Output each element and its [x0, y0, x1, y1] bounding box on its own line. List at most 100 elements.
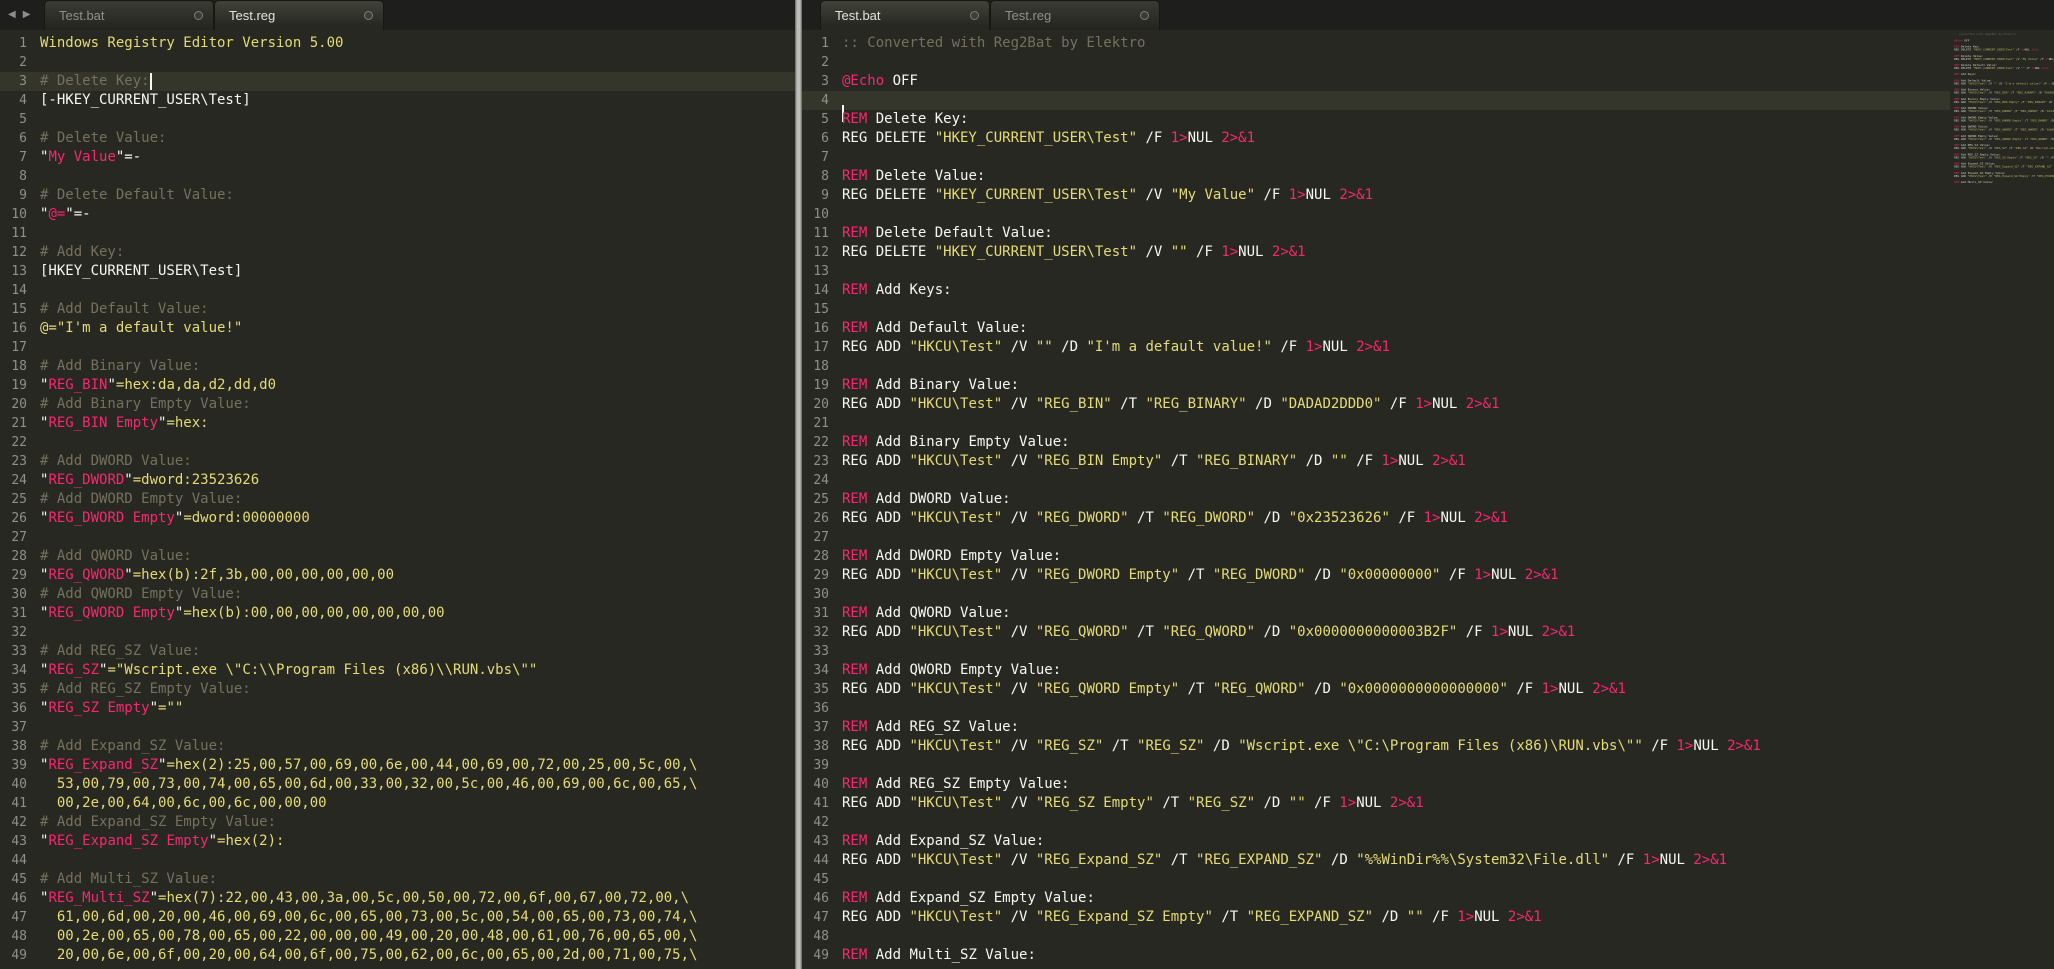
code-line-13[interactable]: 13 [HKEY_CURRENT_USER\Test] [0, 262, 795, 281]
right-editor-content[interactable]: 1:: Converted with Reg2Bat by Elektro 2 3 @… [802, 30, 2054, 969]
code-line-15[interactable]: 15 [802, 300, 1950, 319]
code-line-23[interactable]: 23 # Add DWORD Value: [0, 452, 795, 471]
code-line-14[interactable]: 14 [0, 281, 795, 300]
code-line-20[interactable]: 20 # Add Binary Empty Value: [0, 395, 795, 414]
code-line-5[interactable]: 5 [0, 110, 795, 129]
code-line-49[interactable]: 49 REM Add Multi_SZ Value: [802, 946, 1950, 965]
code-line-10[interactable]: 10 "@="=- [0, 205, 795, 224]
code-line-37[interactable]: 37 [0, 718, 795, 737]
code-line-10[interactable]: 10 [802, 205, 1950, 224]
code-line-12[interactable]: 12 REG DELETE "HKEY_CURRENT_USER\Test" /V… [802, 243, 1950, 262]
code-line-34[interactable]: 34 "REG_SZ"="Wscript.exe \"C:\\Program Fi… [0, 661, 795, 680]
code-line-45[interactable]: 45 [802, 870, 1950, 889]
left-editor-content[interactable]: 1 Windows Registry Editor Version 5.00 2 3 #… [0, 30, 795, 969]
code-line-26[interactable]: 26 REG ADD "HKCU\Test" /V "REG_DWORD" /T … [802, 509, 1950, 528]
tab-close-icon[interactable] [970, 11, 979, 20]
tab-close-icon[interactable] [364, 11, 373, 20]
code-line-31[interactable]: 31 REM Add QWORD Value: [802, 604, 1950, 623]
code-line-39[interactable]: 39 [802, 756, 1950, 775]
tab-test-reg[interactable]: Test.reg [990, 0, 1160, 30]
tab-test-reg[interactable]: Test.reg [214, 0, 384, 30]
tab-scroll-left-icon[interactable]: ◀ [8, 8, 16, 22]
tab-close-icon[interactable] [194, 11, 203, 20]
code-line-25[interactable]: 25 # Add DWORD Empty Value: [0, 490, 795, 509]
code-line-17[interactable]: 17 REG ADD "HKCU\Test" /V "" /D "I'm a de… [802, 338, 1950, 357]
code-line-41[interactable]: 41 REG ADD "HKCU\Test" /V "REG_SZ Empty" … [802, 794, 1950, 813]
code-line-11[interactable]: 11 REM Delete Default Value: [802, 224, 1950, 243]
code-line-21[interactable]: 21 [802, 414, 1950, 433]
code-line-3[interactable]: 3 # Delete Key: [0, 72, 795, 91]
code-line-44[interactable]: 44 REG ADD "HKCU\Test" /V "REG_Expand_SZ"… [802, 851, 1950, 870]
code-line-2[interactable]: 2 [0, 53, 795, 72]
code-line-27[interactable]: 27 [802, 528, 1950, 547]
code-line-3[interactable]: 3 @Echo OFF [802, 72, 1950, 91]
code-line-1[interactable]: 1:: Converted with Reg2Bat by Elektro [802, 34, 1950, 53]
code-line-28[interactable]: 28 REM Add DWORD Empty Value: [802, 547, 1950, 566]
code-line-14[interactable]: 14 REM Add Keys: [802, 281, 1950, 300]
code-line-48[interactable]: 48 [802, 927, 1950, 946]
code-line-46[interactable]: 46 "REG_Multi_SZ"=hex(7):22,00,43,00,3a,0… [0, 889, 795, 908]
code-line-27[interactable]: 27 [0, 528, 795, 547]
code-line-41[interactable]: 41 00,2e,00,64,00,6c,00,6c,00,00,00 [0, 794, 795, 813]
code-line-40[interactable]: 40 REM Add REG_SZ Empty Value: [802, 775, 1950, 794]
code-line-38[interactable]: 38 # Add Expand_SZ Value: [0, 737, 795, 756]
code-line-6[interactable]: 6 REG DELETE "HKEY_CURRENT_USER\Test" /F … [802, 129, 1950, 148]
code-line-43[interactable]: 43 REM Add Expand_SZ Value: [802, 832, 1950, 851]
code-line-21[interactable]: 21 "REG_BIN Empty"=hex: [0, 414, 795, 433]
code-line-18[interactable]: 18 [802, 357, 1950, 376]
code-line-34[interactable]: 34 REM Add QWORD Empty Value: [802, 661, 1950, 680]
code-line-12[interactable]: 12 # Add Key: [0, 243, 795, 262]
minimap[interactable]: :: Converted with Reg2Bat by Elektro @Ec… [1950, 30, 2054, 969]
code-line-7[interactable]: 7 "My Value"=- [0, 148, 795, 167]
code-line-17[interactable]: 17 [0, 338, 795, 357]
code-line-30[interactable]: 30 [802, 585, 1950, 604]
code-line-49[interactable]: 49 20,00,6e,00,6f,00,20,00,64,00,6f,00,7… [0, 946, 795, 965]
tab-close-icon[interactable] [1140, 11, 1149, 20]
code-line-22[interactable]: 22 [0, 433, 795, 452]
code-line-30[interactable]: 30 # Add QWORD Empty Value: [0, 585, 795, 604]
code-line-46[interactable]: 46 REM Add Expand_SZ Empty Value: [802, 889, 1950, 908]
code-line-33[interactable]: 33 [802, 642, 1950, 661]
code-line-29[interactable]: 29 "REG_QWORD"=hex(b):2f,3b,00,00,00,00,0… [0, 566, 795, 585]
code-line-35[interactable]: 35 REG ADD "HKCU\Test" /V "REG_QWORD Empt… [802, 680, 1950, 699]
code-line-2[interactable]: 2 [802, 53, 1950, 72]
code-line-28[interactable]: 28 # Add QWORD Value: [0, 547, 795, 566]
code-line-9[interactable]: 9 # Delete Default Value: [0, 186, 795, 205]
code-line-24[interactable]: 24 "REG_DWORD"=dword:23523626 [0, 471, 795, 490]
code-line-22[interactable]: 22 REM Add Binary Empty Value: [802, 433, 1950, 452]
code-line-13[interactable]: 13 [802, 262, 1950, 281]
code-line-32[interactable]: 32 REG ADD "HKCU\Test" /V "REG_QWORD" /T … [802, 623, 1950, 642]
pane-divider[interactable] [795, 0, 802, 969]
code-line-38[interactable]: 38 REG ADD "HKCU\Test" /V "REG_SZ" /T "RE… [802, 737, 1950, 756]
code-line-15[interactable]: 15 # Add Default Value: [0, 300, 795, 319]
code-line-43[interactable]: 43 "REG_Expand_SZ Empty"=hex(2): [0, 832, 795, 851]
code-line-20[interactable]: 20 REG ADD "HKCU\Test" /V "REG_BIN" /T "R… [802, 395, 1950, 414]
code-line-16[interactable]: 16 @="I'm a default value!" [0, 319, 795, 338]
code-line-6[interactable]: 6 # Delete Value: [0, 129, 795, 148]
code-line-5[interactable]: 5 REM Delete Key: [802, 110, 1950, 129]
code-line-42[interactable]: 42 [802, 813, 1950, 832]
code-line-31[interactable]: 31 "REG_QWORD Empty"=hex(b):00,00,00,00,0… [0, 604, 795, 623]
code-line-37[interactable]: 37 REM Add REG_SZ Value: [802, 718, 1950, 737]
code-line-7[interactable]: 7 [802, 148, 1950, 167]
code-line-36[interactable]: 36 "REG_SZ Empty"="" [0, 699, 795, 718]
code-line-24[interactable]: 24 [802, 471, 1950, 490]
tab-test-bat[interactable]: Test.bat [44, 0, 214, 30]
code-line-19[interactable]: 19 REM Add Binary Value: [802, 376, 1950, 395]
code-line-39[interactable]: 39 "REG_Expand_SZ"=hex(2):25,00,57,00,69,… [0, 756, 795, 775]
code-line-4[interactable]: 4 [802, 91, 1950, 122]
code-line-4[interactable]: 4 [-HKEY_CURRENT_USER\Test] [0, 91, 795, 110]
code-line-29[interactable]: 29 REG ADD "HKCU\Test" /V "REG_DWORD Empt… [802, 566, 1950, 585]
tab-scroll-right-icon[interactable]: ▶ [23, 8, 31, 22]
code-line-26[interactable]: 26 "REG_DWORD Empty"=dword:00000000 [0, 509, 795, 528]
code-line-44[interactable]: 44 [0, 851, 795, 870]
code-line-16[interactable]: 16 REM Add Default Value: [802, 319, 1950, 338]
code-line-8[interactable]: 8 REM Delete Value: [802, 167, 1950, 186]
code-line-42[interactable]: 42 # Add Expand_SZ Empty Value: [0, 813, 795, 832]
code-line-48[interactable]: 48 00,2e,00,65,00,78,00,65,00,22,00,00,0… [0, 927, 795, 946]
code-line-47[interactable]: 47 REG ADD "HKCU\Test" /V "REG_Expand_SZ … [802, 908, 1950, 927]
code-line-47[interactable]: 47 61,00,6d,00,20,00,46,00,69,00,6c,00,6… [0, 908, 795, 927]
code-line-9[interactable]: 9 REG DELETE "HKEY_CURRENT_USER\Test" /V … [802, 186, 1950, 205]
code-line-33[interactable]: 33 # Add REG_SZ Value: [0, 642, 795, 661]
code-line-36[interactable]: 36 [802, 699, 1950, 718]
